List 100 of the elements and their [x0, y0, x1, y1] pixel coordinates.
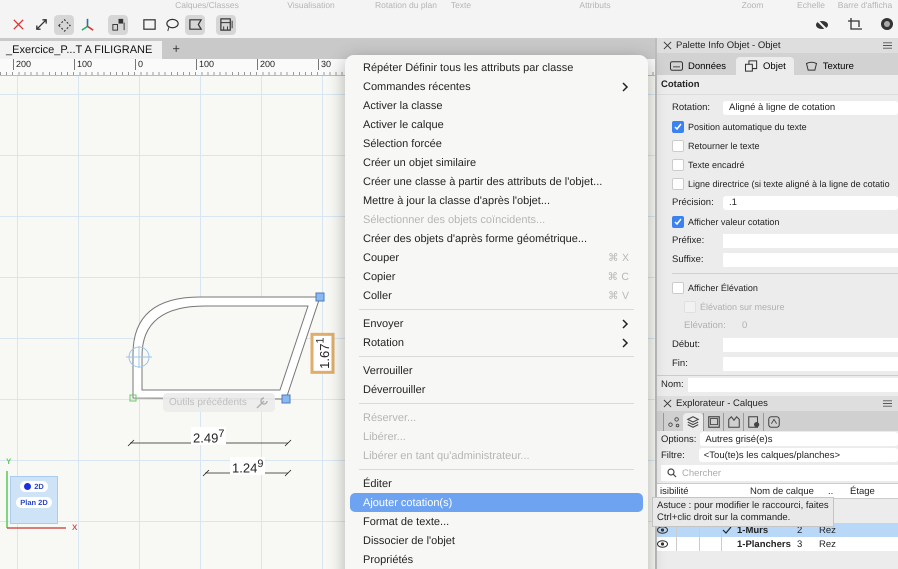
- menu-item[interactable]: Commandes récentes: [350, 77, 643, 96]
- dimension-label[interactable]: 1.24$^{9}$: [230, 457, 266, 476]
- group-label: Attributs: [578, 0, 612, 11]
- menu-item[interactable]: Créer une classe à partir des attributs de l'objet...: [350, 172, 643, 191]
- checkbox-label: Ligne directrice (si texte aligné à la ligne de cotatio: [688, 178, 890, 188]
- menu-item[interactable]: Éditer: [350, 474, 643, 493]
- dimension-label[interactable]: 2.49$^{7}$: [191, 427, 226, 446]
- crosshair-icon: [126, 346, 152, 368]
- group-label: Calques/Classes: [174, 0, 240, 11]
- eye-icon[interactable]: [657, 540, 668, 548]
- checkbox[interactable]: [672, 120, 684, 132]
- menu-item[interactable]: Déverrouiller: [350, 380, 643, 399]
- checkbox[interactable]: [672, 158, 684, 170]
- ruler-label: 100: [74, 59, 135, 70]
- palette-tab[interactable]: Données: [661, 57, 734, 75]
- column-header[interactable]: Nom de calque: [747, 486, 825, 496]
- checkbox-label: Retourner le texte: [688, 140, 760, 150]
- field-label: Préfixe:: [672, 235, 706, 246]
- field-label: Suffixe:: [672, 254, 705, 265]
- checkbox-label: Position automatique du texte: [688, 122, 807, 132]
- menu-item[interactable]: Propriétés: [350, 550, 643, 569]
- document-tab[interactable]: _Exercice_P...T A FILIGRANE: [0, 41, 162, 59]
- palette-tab[interactable]: Objet: [736, 57, 794, 75]
- checkbox[interactable]: [672, 178, 684, 190]
- dropdown[interactable]: Aligné à ligne de cotation: [723, 100, 898, 114]
- field-label: Options:: [661, 434, 696, 444]
- group-label: Texte: [450, 0, 472, 11]
- dropdown[interactable]: Autres grisé(e)s: [700, 432, 898, 446]
- section-title: Cotation: [657, 75, 898, 95]
- ruler-label: 0: [135, 59, 196, 70]
- group-label: Barre d'afficha: [836, 0, 894, 11]
- field-label: Elévation:: [684, 320, 727, 331]
- menu-item[interactable]: Créer un objet similaire: [350, 153, 643, 172]
- layers-icon[interactable]: [683, 413, 703, 431]
- origin-marker: [130, 394, 136, 402]
- layer-floor: Rez: [819, 538, 837, 551]
- menu-icon[interactable]: [883, 399, 892, 408]
- cube-outline-icon: [744, 60, 760, 72]
- group-label: Rotation du plan: [374, 0, 438, 11]
- checkbox[interactable]: [672, 216, 684, 228]
- column-header[interactable]: Étage: [847, 486, 898, 496]
- tooltip: Astuce : pour modifier le raccourci, faites Ctrl+clic droit sur la commande.: [652, 497, 834, 527]
- menu-item[interactable]: Créer des objets d'après forme géométrique...: [350, 229, 643, 248]
- palette-title: Palette Info Objet - Objet: [676, 40, 782, 51]
- close-icon[interactable]: [663, 399, 672, 408]
- column-header[interactable]: ..: [825, 486, 847, 496]
- checkbox-label: Élévation sur mesure: [700, 302, 785, 312]
- field-label: Nom:: [661, 379, 684, 390]
- group-label: Zoom: [740, 0, 764, 11]
- menu-item[interactable]: Rotation: [350, 333, 643, 352]
- polygon-icon[interactable]: [185, 14, 205, 34]
- palette-title: Explorateur - Calques: [676, 398, 769, 409]
- axis-label: Y: [6, 457, 12, 466]
- field-label: Rotation:: [672, 102, 712, 113]
- checkbox-label: Texte encadré: [688, 160, 745, 170]
- axis-label: X: [72, 523, 78, 532]
- layer-number: 3: [797, 538, 804, 551]
- field-label: Fin:: [672, 358, 689, 369]
- wrench-icon: [254, 396, 269, 410]
- crop-icon[interactable]: [847, 16, 863, 32]
- dropdown[interactable]: <Tou(te)s les calques/planches>: [698, 448, 898, 462]
- layer-name: 1-Planchers: [737, 538, 792, 551]
- menu-item[interactable]: Envoyer: [350, 314, 643, 333]
- menu-item[interactable]: Dissocier de l'objet: [350, 531, 643, 550]
- menu-item[interactable]: Activer le calque: [350, 115, 643, 134]
- menu-item[interactable]: Mettre à jour la classe d'après l'objet...: [350, 191, 643, 210]
- eye-icon[interactable]: [657, 526, 668, 534]
- menu-item[interactable]: Sélection forcée: [350, 134, 643, 153]
- selection-handle[interactable]: [316, 292, 324, 302]
- new-tab-button[interactable]: +: [162, 41, 190, 59]
- layer-row[interactable]: 1-Planchers 3 Rez: [657, 537, 898, 551]
- checkbox[interactable]: [672, 282, 684, 294]
- search-icon: [667, 468, 677, 478]
- menu-icon[interactable]: [883, 41, 892, 50]
- y-axis: [6, 471, 8, 528]
- column-header[interactable]: isibilité: [657, 486, 717, 496]
- tray-icon: [669, 60, 684, 72]
- checkbox[interactable]: [672, 140, 684, 152]
- menu-item[interactable]: Activer la classe: [350, 96, 643, 115]
- field-label: Précision:: [672, 197, 715, 208]
- group-label: Visualisation: [286, 0, 336, 11]
- field-label: Filtre:: [661, 450, 685, 460]
- menu-item[interactable]: Verrouiller: [350, 361, 643, 380]
- menu-item[interactable]: Format de texte...: [350, 512, 643, 531]
- group-label: Echelle: [796, 0, 826, 11]
- search-field[interactable]: Chercher: [661, 465, 898, 481]
- close-icon[interactable]: [663, 41, 672, 50]
- x-axis: [7, 527, 66, 529]
- selection-handle[interactable]: [282, 394, 290, 404]
- menu-item[interactable]: Coller ⌘ V: [350, 286, 643, 305]
- sheet-icon[interactable]: [703, 413, 723, 431]
- dropdown[interactable]: .1: [723, 196, 898, 210]
- checkbox-label: Afficher valeur cotation: [688, 216, 780, 226]
- ruler-label: 100: [196, 59, 257, 70]
- menu-item[interactable]: Copier ⌘ C: [350, 267, 643, 286]
- palette-tab[interactable]: Texture: [796, 57, 862, 75]
- checkbox-label: Afficher Élévation: [688, 282, 758, 292]
- ruler-label: 200: [257, 59, 318, 70]
- input-field[interactable]: [688, 378, 898, 392]
- menu-item[interactable]: Couper ⌘ X: [350, 248, 643, 267]
